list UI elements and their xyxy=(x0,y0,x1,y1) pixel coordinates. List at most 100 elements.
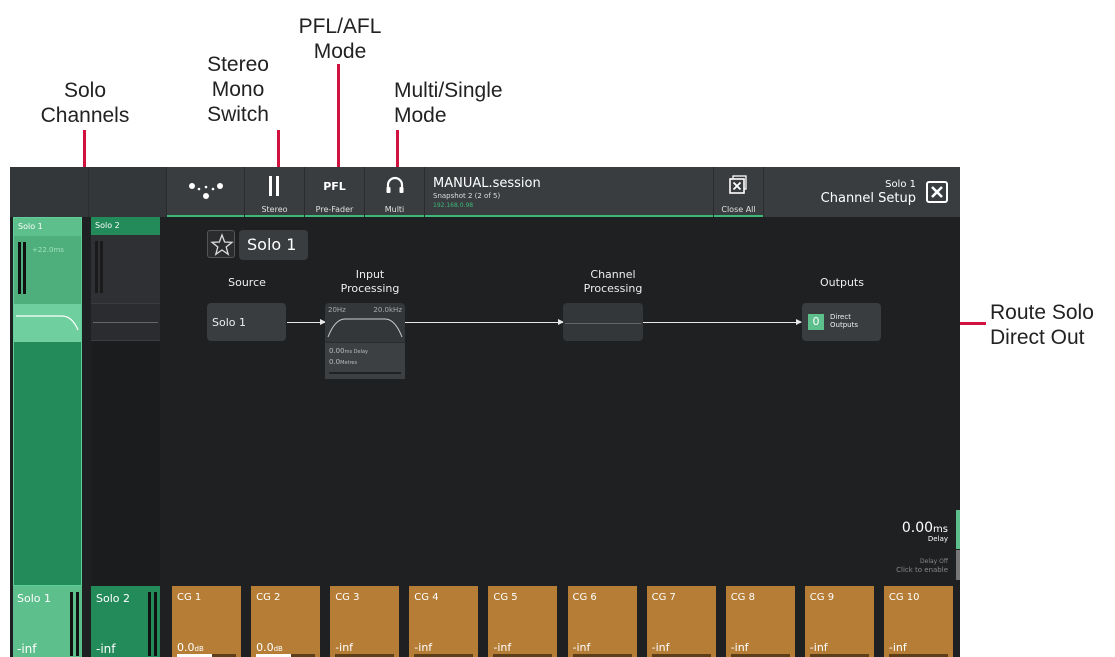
channel-processing-line xyxy=(565,323,641,324)
control-group-value: -inf xyxy=(493,641,511,654)
favourite-star-button[interactable] xyxy=(207,230,235,258)
control-group-value-number: -inf xyxy=(809,641,828,654)
callout-route-solo: Route Solo Direct Out xyxy=(990,301,1094,349)
bottom-solo-1[interactable]: Solo 1 -inf xyxy=(13,586,82,657)
delay-slider-active[interactable] xyxy=(956,510,960,549)
control-group-value: -inf xyxy=(573,641,591,654)
input-processing-heading: Input Processing xyxy=(340,268,400,295)
control-group-value: -inf xyxy=(414,641,432,654)
input-filter-area: 20Hz 20.0kHz xyxy=(325,303,405,341)
header-channel-name: Solo 1 xyxy=(885,179,916,190)
control-group-button[interactable]: CG 7 -inf xyxy=(646,586,716,657)
routing-indicator xyxy=(167,215,244,217)
arrow-input-channel xyxy=(405,319,564,325)
stereo-bars-icon xyxy=(269,176,272,196)
source-heading: Source xyxy=(228,276,266,289)
arrow-channel-outputs xyxy=(643,319,802,325)
pfl-label: Pre-Fader xyxy=(315,205,354,214)
channel-processing-heading: Channel Processing xyxy=(583,268,643,295)
stereo-label: Stereo xyxy=(261,205,288,214)
outputs-heading: Outputs xyxy=(820,276,864,289)
control-group-value-unit: dB xyxy=(194,645,204,653)
session-snapshot: Snapshot 2 (2 of 5) xyxy=(433,192,501,200)
source-value: Solo 1 xyxy=(212,316,246,329)
close-all-button[interactable]: Close All xyxy=(714,167,764,217)
input-metres-value: 0.0 xyxy=(329,358,341,366)
bottom-solo-1-value: -inf xyxy=(17,642,37,656)
pfl-text: PFL xyxy=(323,180,346,193)
close-icon xyxy=(931,186,943,198)
strip-solo-1-meter-l xyxy=(18,242,21,294)
bottom-solo-1-meter-l xyxy=(70,592,73,656)
control-group-button[interactable]: CG 4 -inf xyxy=(409,586,479,657)
session-ip: 192.168.0.98 xyxy=(433,202,474,209)
control-group-value-number: -inf xyxy=(888,641,907,654)
strip-solo-1-meter-area: +22.0ms xyxy=(14,236,81,304)
control-group-button[interactable]: CG 3 -inf xyxy=(330,586,400,657)
close-all-indicator xyxy=(714,215,763,217)
close-all-label: Close All xyxy=(721,205,756,214)
input-delay-unit: ms Delay xyxy=(344,349,368,355)
source-box[interactable]: Solo 1 xyxy=(207,303,286,341)
control-group-value: 0.0dB xyxy=(256,641,283,654)
control-group-name: CG 10 xyxy=(888,592,920,603)
bottom-solo-2[interactable]: Solo 2 -inf xyxy=(91,586,160,657)
strip-solo-2-header: Solo 2 xyxy=(91,217,160,235)
routing-button[interactable] xyxy=(167,167,245,217)
filter-curve-icon xyxy=(16,315,79,331)
stereo-mono-button[interactable]: Stereo xyxy=(245,167,305,217)
bottom-solo-1-meter-r xyxy=(76,592,79,656)
screenshot-stage: Solo Channels Stereo Mono Switch PFL/AFL… xyxy=(0,0,1115,657)
strip-solo-2-meter-area xyxy=(91,235,160,303)
control-group-value-number: 0.0 xyxy=(177,641,195,654)
input-filter-curve xyxy=(327,318,403,338)
callout-pfl-afl: PFL/AFL Mode xyxy=(298,15,382,63)
control-group-value-number: -inf xyxy=(730,641,749,654)
control-group-value: -inf xyxy=(810,641,828,654)
multi-button[interactable]: Multi xyxy=(365,167,425,217)
control-group-button[interactable]: CG 8 -inf xyxy=(725,586,795,657)
control-group-button[interactable]: CG 9 -inf xyxy=(804,586,874,657)
session-indicator xyxy=(425,215,713,217)
arrow-source-input xyxy=(287,319,326,325)
control-group-name: CG 4 xyxy=(414,592,439,603)
channel-processing-box[interactable] xyxy=(563,303,643,341)
control-group-name: CG 6 xyxy=(572,592,597,603)
close-setup-button[interactable] xyxy=(926,181,948,203)
top-bar: Stereo PFL Pre-Fader Multi MANUAL.sessio… xyxy=(10,167,960,217)
control-group-button[interactable]: CG 10 -inf xyxy=(883,586,953,657)
bottom-solo-2-value: -inf xyxy=(96,642,116,656)
bottom-solo-2-meter-l xyxy=(148,592,151,656)
direct-outputs-button[interactable]: 0 Direct Outputs xyxy=(802,303,881,341)
click-to-enable-text: Click to enable xyxy=(896,566,948,574)
strip-solo-1-delay: +22.0ms xyxy=(32,246,64,254)
delay-readout-unit: ms xyxy=(933,524,948,535)
multi-indicator xyxy=(365,215,424,217)
control-group-button[interactable]: CG 5 -inf xyxy=(488,586,558,657)
app-window: Stereo PFL Pre-Fader Multi MANUAL.sessio… xyxy=(10,167,960,657)
session-info[interactable]: MANUAL.session Snapshot 2 (2 of 5) 192.1… xyxy=(425,167,714,217)
control-group-value-number: -inf xyxy=(651,641,670,654)
channel-title-box[interactable]: Solo 1 xyxy=(239,230,308,260)
pfl-indicator xyxy=(305,215,364,217)
delay-off-text: Delay Off xyxy=(920,558,948,565)
delay-readout-value: 0.00 xyxy=(901,520,934,536)
strip-solo-1[interactable]: Solo 1 +22.0ms xyxy=(13,217,82,586)
strip-solo-1-header: Solo 1 xyxy=(14,218,81,236)
pfl-button[interactable]: PFL Pre-Fader xyxy=(305,167,365,217)
control-group-button[interactable]: CG 1 0.0dB xyxy=(172,586,241,657)
control-group-name: CG 3 xyxy=(335,592,360,603)
channel-title: Solo 1 xyxy=(247,235,297,254)
control-group-button[interactable]: CG 6 -inf xyxy=(567,586,637,657)
delay-slider-off[interactable] xyxy=(956,550,960,580)
strip-solo-2[interactable]: Solo 2 xyxy=(91,217,160,586)
control-group-name: CG 9 xyxy=(809,592,835,603)
input-processing-box[interactable]: 20Hz 20.0kHz 0.00ms Delay 0.0Metres xyxy=(325,303,405,379)
control-group-button[interactable]: CG 2 0.0dB xyxy=(251,586,321,657)
callout-solo-channels: Solo Channels xyxy=(40,79,130,127)
control-group-value-number: -inf xyxy=(493,641,512,654)
control-group-value-number: 0.0 xyxy=(256,641,274,654)
star-icon xyxy=(210,233,234,256)
input-delay-bar xyxy=(329,372,401,374)
control-group-value-number: -inf xyxy=(572,641,591,654)
